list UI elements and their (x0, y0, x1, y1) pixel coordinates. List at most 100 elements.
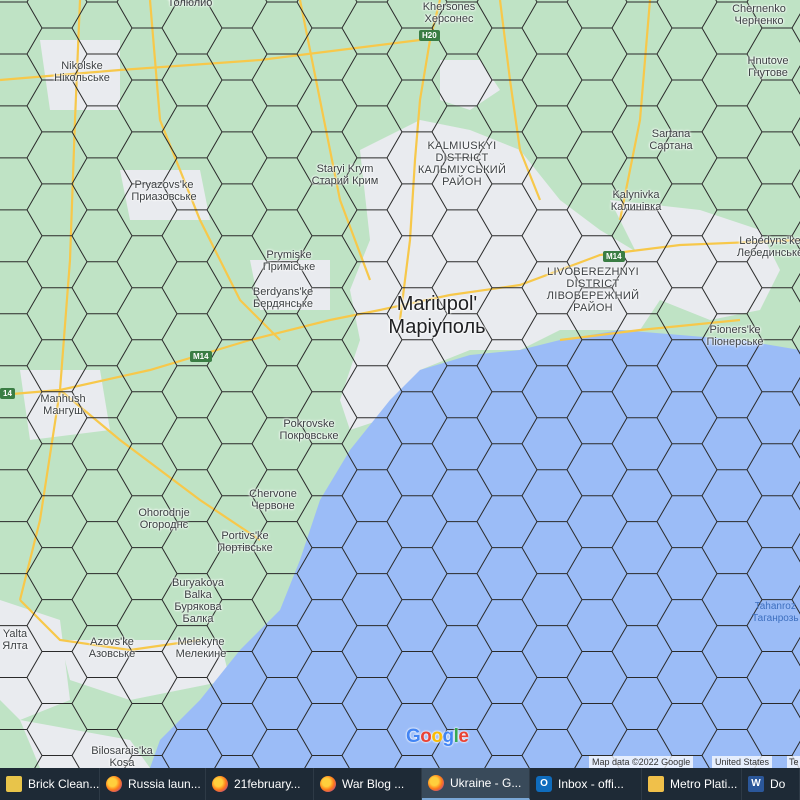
highway-shield-m14-edge: 14 (0, 388, 15, 399)
district-line: DISTRICT (566, 278, 620, 290)
place-label-khersones[interactable]: Khersones Херсонес (423, 1, 476, 25)
place-name-cyr: Лебединське (736, 247, 800, 259)
district-line: КАЛЬМІУСЬКИЙ (417, 164, 507, 176)
place-label-berdyanske[interactable]: Berdyans'ke Бердянське (253, 286, 313, 310)
district-line: LIVOBEREZHNYI (547, 266, 639, 278)
taskbar-item-russia[interactable]: Russia laun... (100, 768, 206, 800)
firefox-icon (212, 776, 228, 792)
firefox-icon (428, 775, 444, 791)
water-label-taganrog-bay: Tahanroz Таганрозь (752, 601, 799, 625)
place-name-latin: Sartana (651, 128, 691, 140)
district-label-livoberezhnyi[interactable]: LIVOBEREZHNYI DISTRICT ЛІВОБЕРЕЖНИЙ РАЙОН (547, 266, 640, 314)
place-name-latin: Толюлио (167, 0, 213, 9)
place-label-hnutove[interactable]: Hnutove Гнутове (748, 55, 789, 79)
place-name-cyr: Портівське (217, 542, 273, 554)
taskbar-item-21feb[interactable]: 21february... (206, 768, 314, 800)
region-link[interactable]: United States (712, 756, 773, 768)
highway-shield-m14-west: M14 (190, 351, 212, 362)
district-line: РАЙОН (573, 302, 613, 314)
terms-link[interactable]: Te (787, 756, 800, 768)
place-name-latin: Buryakova (172, 577, 224, 589)
place-label-portivske[interactable]: Portivs'ke Портівське (217, 530, 272, 554)
highway-shield-h20: H20 (419, 30, 440, 41)
firefox-icon (320, 776, 336, 792)
district-line: ЛІВОБЕРЕЖНИЙ (546, 290, 640, 302)
folder-icon (648, 776, 664, 792)
place-label-chervone[interactable]: Chervone Червоне (249, 488, 297, 512)
place-name-cyr: Kosa (109, 757, 135, 768)
place-name-cyr: Приазовське (131, 191, 197, 203)
place-name-latin: Pokrovske (283, 418, 335, 430)
taskbar-item-ukraine[interactable]: Ukraine - G... (422, 768, 530, 800)
place-label-melekyne[interactable]: Melekyne Мелекине (176, 636, 227, 660)
place-name-latin: Pryazovs'ke (134, 179, 194, 191)
taskbar-item-label: 21february... (234, 777, 301, 791)
google-logo-letter: o (431, 726, 443, 747)
city-name-latin: Mariupol' (396, 293, 478, 315)
place-name-latin: Pioners'ke (709, 324, 761, 336)
district-line: DISTRICT (435, 152, 489, 164)
place-name-cyr: Гнутове (748, 67, 788, 79)
city-name-cyr: Маріуполь (388, 316, 486, 338)
taskbar-item-inbox[interactable]: O Inbox - offi... (530, 768, 642, 800)
taskbar-item-label: Ukraine - G... (450, 776, 522, 790)
place-label-pryazovske[interactable]: Pryazovs'ke Приазовське (131, 179, 196, 203)
place-name-cyr: Черненко (734, 15, 784, 27)
place-name-latin: Staryi Krym (316, 163, 374, 175)
place-name-cyr: Мангуш (43, 405, 83, 417)
place-name-latin: Lebedyns'ke (739, 235, 800, 247)
place-name-latin: Kalynivka (612, 189, 660, 201)
google-logo-letter: o (420, 726, 432, 747)
taskbar-item-warblog[interactable]: War Blog ... (314, 768, 422, 800)
city-label-mariupol[interactable]: Mariupol' Маріуполь (388, 293, 485, 339)
google-logo-letter: G (406, 726, 421, 747)
water-name-latin: Tahanroz (754, 601, 796, 612)
place-name-cyr: Нікольське (54, 72, 110, 84)
place-label-nikolske[interactable]: Nikolske Нікольське (54, 60, 110, 84)
google-logo-letter: e (458, 726, 469, 747)
place-label-manhush[interactable]: Manhush Мангуш (40, 393, 85, 417)
place-label-bilosaraiska-kosa[interactable]: Bilosarais'ka Kosa (91, 745, 152, 768)
place-label-azovske[interactable]: Azovs'ke Азовське (89, 636, 135, 660)
place-label-pionerske[interactable]: Pioners'ke Піонерське (706, 324, 763, 348)
place-name-cyr: Покровське (279, 430, 339, 442)
highway-shield-m14-east: M14 (603, 251, 625, 262)
taskbar-item-doc[interactable]: W Do (742, 768, 800, 800)
place-label-ohorodnje[interactable]: Ohorodnje Огороднє (138, 507, 189, 531)
place-name-latin: Ohorodnje (138, 507, 190, 519)
map-view[interactable]: Толюлио Khersones Херсонес Chernenko Черненк… (0, 0, 800, 768)
google-logo-letter: g (442, 726, 455, 747)
place-name-latin: Nikolske (61, 60, 103, 72)
place-label-staryi-krym[interactable]: Staryi Krym Старий Крим (312, 163, 379, 187)
place-label-chernenko[interactable]: Chernenko Черненко (732, 3, 786, 27)
place-name-cyr: Бердянське (253, 298, 313, 310)
district-label-kalmiuskyi[interactable]: KALMIUSKYI DISTRICT КАЛЬМІУСЬКИЙ РАЙОН (418, 140, 506, 188)
word-icon: W (748, 776, 764, 792)
taskbar-item-metro[interactable]: Metro Plati... (642, 768, 742, 800)
place-label-buryakova-balka[interactable]: Buryakova Balka Бурякова Балка (172, 577, 224, 625)
place-label-yalta[interactable]: Yalta Ялта (2, 628, 27, 652)
place-label-kalynivka[interactable]: Kalynivka Калинівка (611, 189, 662, 213)
taskbar-item-label: Russia laun... (128, 777, 201, 791)
place-name-latin: Manhush (40, 393, 86, 405)
place-label-lebedynske[interactable]: Lebedyns'ke Лебединське (737, 235, 800, 259)
taskbar-item-label: War Blog ... (342, 777, 405, 791)
place-name-latin: Berdyans'ke (252, 286, 314, 298)
place-label-sartana[interactable]: Sartana Сартана (649, 128, 692, 152)
taskbar-item-label: Metro Plati... (670, 777, 738, 791)
district-line: РАЙОН (442, 176, 482, 188)
outlook-icon: O (536, 776, 552, 792)
place-name-latin: Bilosarais'ka (91, 745, 153, 757)
place-label-pokrovske[interactable]: Pokrovske Покровське (279, 418, 338, 442)
place-label-prymiske[interactable]: Prymiske Приміське (263, 249, 315, 273)
taskbar-item-brick[interactable]: Brick Clean... (0, 768, 100, 800)
place-name-latin: Portivs'ke (221, 530, 269, 542)
place-label-tokhnoie[interactable]: Толюлио (168, 0, 213, 9)
place-name-cyr: Ялта (2, 640, 28, 652)
place-name-cyr: Сартана (649, 140, 693, 152)
place-name-latin: Khersones (422, 1, 476, 13)
place-name-latin: Yalta (2, 628, 28, 640)
place-name-cyr: Червоне (251, 500, 295, 512)
place-name-cyr: Піонерське (706, 336, 764, 348)
place-name-cyr2: Балка (182, 613, 214, 625)
